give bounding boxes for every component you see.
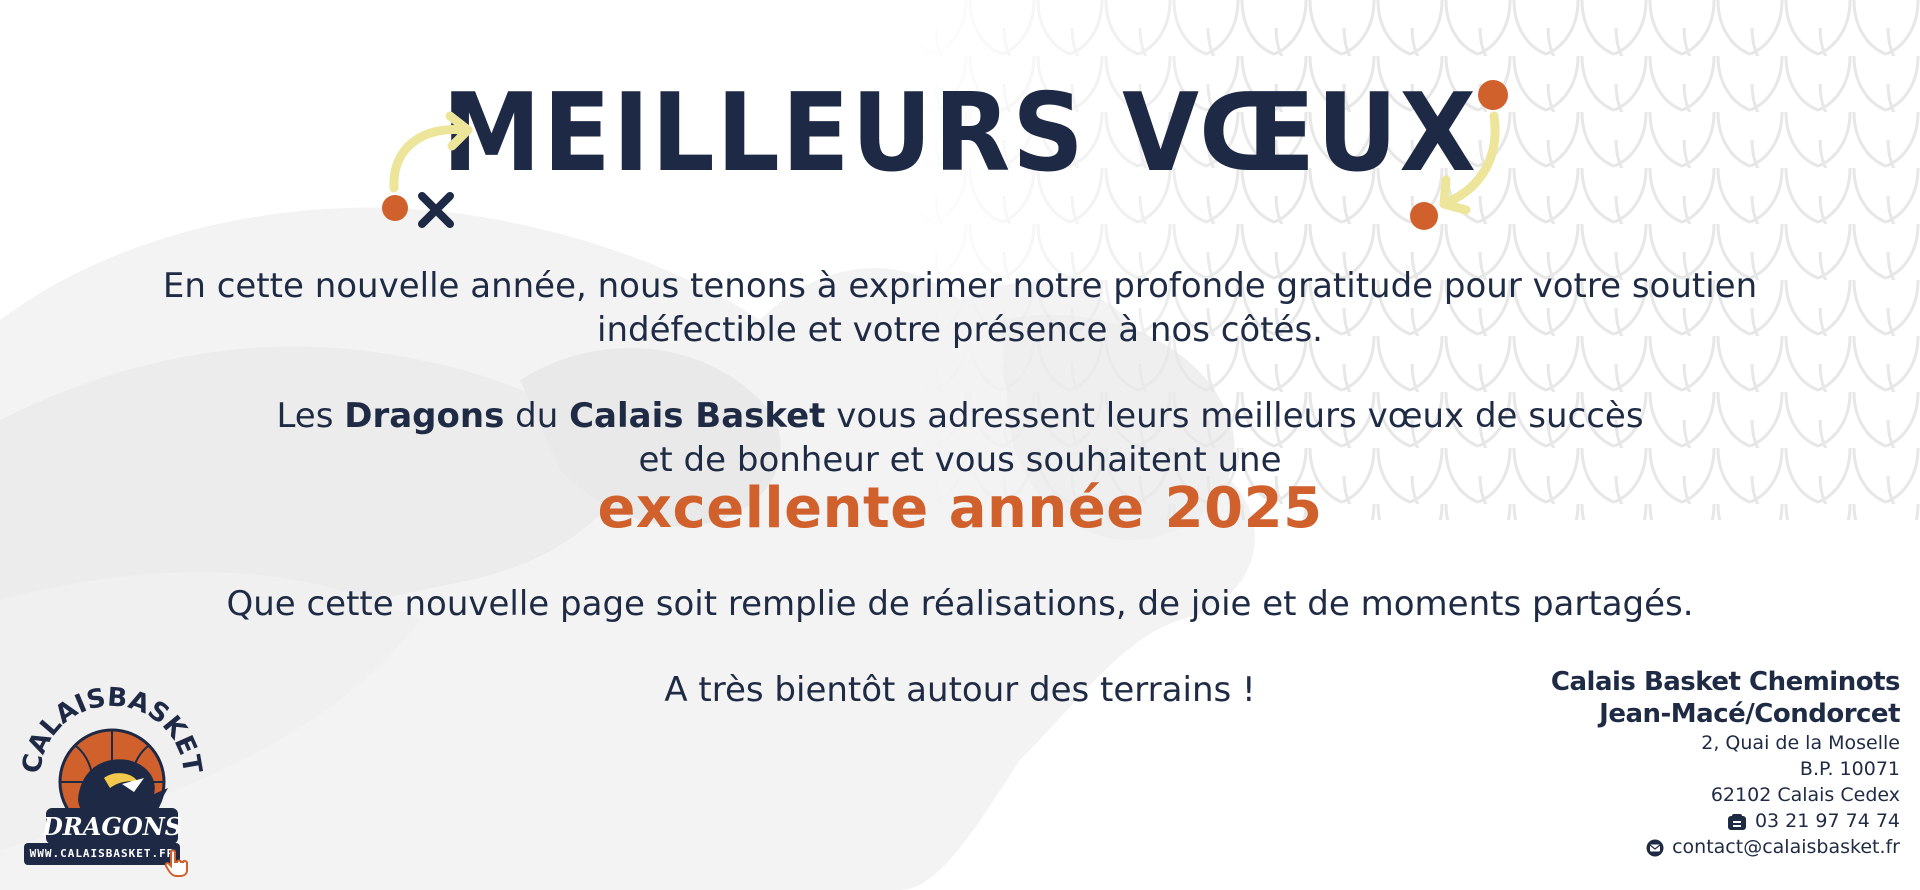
dot-icon — [1478, 80, 1508, 110]
website-link[interactable]: WWW.CALAISBASKET.FR — [24, 843, 180, 865]
email-address[interactable]: contact@calaisbasket.fr — [1672, 836, 1900, 858]
intro-line-2: indéfectible et votre présence à nos côt… — [597, 310, 1323, 350]
org-name-line-2: Jean-Macé/Condorcet — [1599, 699, 1900, 729]
contact-block: Calais Basket Cheminots Jean-Macé/Condor… — [1550, 666, 1901, 860]
wishes-line-1: Les Dragons du Calais Basket vous adress… — [0, 394, 1920, 438]
logo-team-text: DRAGONS — [41, 812, 182, 841]
mail-icon — [1646, 839, 1664, 856]
intro-line-1: En cette nouvelle année, nous tenons à e… — [162, 266, 1758, 306]
page-title: MEILLEURS VŒUX — [442, 71, 1478, 196]
dragons-text: Dragons — [344, 396, 505, 436]
phone-icon — [1727, 813, 1746, 830]
phone-number[interactable]: 03 21 97 74 74 — [1755, 810, 1900, 832]
wishes-rest: vous adressent leurs meilleurs vœux de s… — [836, 396, 1644, 436]
year-highlight: excellente année 2025 — [597, 476, 1323, 541]
cross-icon — [418, 192, 454, 228]
org-name-line-1: Calais Basket Cheminots — [1550, 667, 1901, 697]
intro-paragraph: En cette nouvelle année, nous tenons à e… — [0, 264, 1920, 352]
dot-icon — [382, 195, 408, 221]
address-line-2: B.P. 10071 — [1799, 758, 1900, 780]
hope-paragraph: Que cette nouvelle page soit remplie de … — [226, 584, 1694, 624]
dot-icon — [1410, 202, 1438, 230]
email-row: contact@calaisbasket.fr — [1551, 834, 1900, 860]
club-name-text: Calais Basket — [569, 396, 826, 436]
wishes-du: du — [515, 396, 559, 436]
address-line-1: 2, Quai de la Moselle — [1701, 732, 1900, 754]
cursor-hand-icon — [164, 849, 188, 877]
arrow-curve-icon — [1439, 111, 1500, 215]
address-line-3: 62102 Calais Cedex — [1710, 784, 1900, 806]
wishes-les: Les — [276, 396, 334, 436]
phone-row: 03 21 97 74 74 — [1551, 808, 1900, 834]
wishes-paragraph: Les Dragons du Calais Basket vous adress… — [0, 394, 1920, 482]
